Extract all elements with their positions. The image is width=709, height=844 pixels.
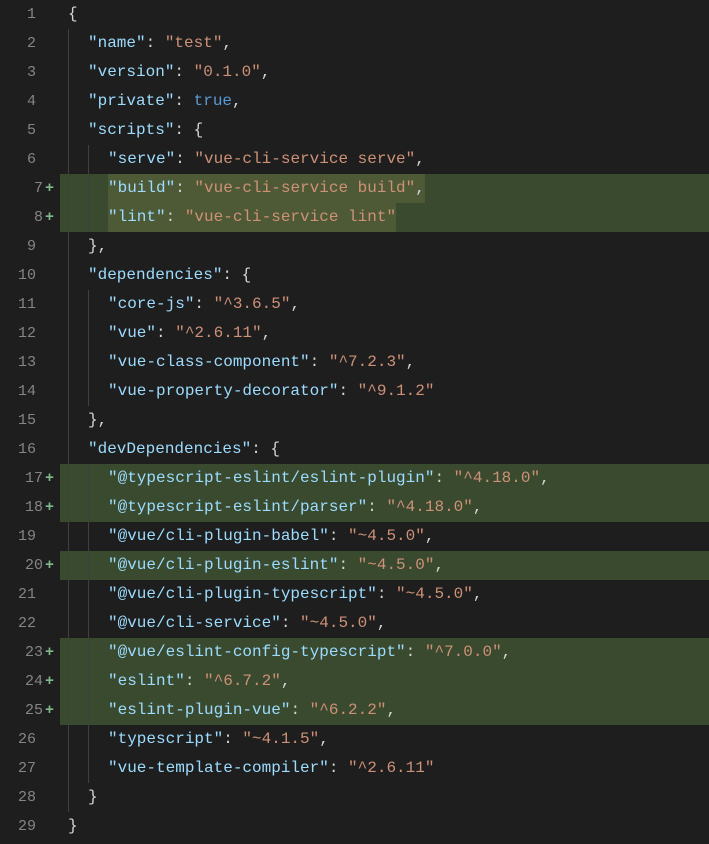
line-number-gutter: 28 [0,783,60,812]
diff-added-icon: + [45,493,54,522]
code-line[interactable]: 22 "@vue/cli-service": "~4.5.0", [0,609,709,638]
diff-added-icon: + [45,667,54,696]
code-line[interactable]: 3 "version": "0.1.0", [0,58,709,87]
code-content[interactable]: "typescript": "~4.1.5", [60,725,709,754]
line-number-gutter: 14 [0,377,60,406]
line-number-gutter: 3 [0,58,60,87]
code-content[interactable]: "vue-property-decorator": "^9.1.2" [60,377,709,406]
line-number-gutter: 21 [0,580,60,609]
code-content[interactable]: "vue-class-component": "^7.2.3", [60,348,709,377]
code-line[interactable]: 27 "vue-template-compiler": "^2.6.11" [0,754,709,783]
code-line[interactable]: 19 "@vue/cli-plugin-babel": "~4.5.0", [0,522,709,551]
line-number-gutter: 12 [0,319,60,348]
diff-added-icon: + [45,638,54,667]
code-line[interactable]: 6 "serve": "vue-cli-service serve", [0,145,709,174]
code-line[interactable]: 16 "devDependencies": { [0,435,709,464]
line-number-gutter: 2 [0,29,60,58]
line-number-gutter: 7+ [0,174,60,203]
code-line[interactable]: 29 } [0,812,709,841]
code-line[interactable]: 7+"build": "vue-cli-service build", [0,174,709,203]
code-content[interactable]: "@typescript-eslint/eslint-plugin": "^4.… [60,464,709,493]
code-line[interactable]: 17+"@typescript-eslint/eslint-plugin": "… [0,464,709,493]
line-number-gutter: 6 [0,145,60,174]
diff-added-icon: + [45,551,54,580]
code-content[interactable]: "vue-template-compiler": "^2.6.11" [60,754,709,783]
code-content[interactable]: "lint": "vue-cli-service lint" [60,203,709,232]
code-content[interactable]: "@vue/cli-service": "~4.5.0", [60,609,709,638]
code-content[interactable]: "@vue/cli-plugin-babel": "~4.5.0", [60,522,709,551]
code-content[interactable]: } [60,812,709,841]
code-line[interactable]: 12 "vue": "^2.6.11", [0,319,709,348]
code-content[interactable]: "dependencies": { [60,261,709,290]
code-line[interactable]: 15 }, [0,406,709,435]
code-line[interactable]: 23+"@vue/eslint-config-typescript": "^7.… [0,638,709,667]
line-number-gutter: 8+ [0,203,60,232]
code-content[interactable]: "devDependencies": { [60,435,709,464]
line-number-gutter: 29 [0,812,60,841]
diff-added-icon: + [45,696,54,725]
code-content[interactable]: } [60,783,709,812]
code-line[interactable]: 5 "scripts": { [0,116,709,145]
code-editor[interactable]: 1 {2 "name": "test",3 "version": "0.1.0"… [0,0,709,841]
line-number-gutter: 16 [0,435,60,464]
code-content[interactable]: "version": "0.1.0", [60,58,709,87]
line-number-gutter: 17+ [0,464,60,493]
code-line[interactable]: 2 "name": "test", [0,29,709,58]
diff-added-icon: + [45,203,54,232]
line-number-gutter: 19 [0,522,60,551]
code-line[interactable]: 25+"eslint-plugin-vue": "^6.2.2", [0,696,709,725]
line-number-gutter: 1 [0,0,60,29]
line-number-gutter: 4 [0,87,60,116]
line-number-gutter: 10 [0,261,60,290]
diff-added-icon: + [45,464,54,493]
line-number-gutter: 24+ [0,667,60,696]
line-number-gutter: 23+ [0,638,60,667]
code-content[interactable]: }, [60,232,709,261]
code-line[interactable]: 26 "typescript": "~4.1.5", [0,725,709,754]
line-number-gutter: 27 [0,754,60,783]
code-content[interactable]: "vue": "^2.6.11", [60,319,709,348]
code-line[interactable]: 13 "vue-class-component": "^7.2.3", [0,348,709,377]
code-content[interactable]: "build": "vue-cli-service build", [60,174,709,203]
code-content[interactable]: "@vue/cli-plugin-eslint": "~4.5.0", [60,551,709,580]
diff-added-icon: + [45,174,54,203]
code-content[interactable]: "@vue/cli-plugin-typescript": "~4.5.0", [60,580,709,609]
code-line[interactable]: 4 "private": true, [0,87,709,116]
line-number-gutter: 9 [0,232,60,261]
code-line[interactable]: 9 }, [0,232,709,261]
code-content[interactable]: "core-js": "^3.6.5", [60,290,709,319]
code-content[interactable]: }, [60,406,709,435]
line-number-gutter: 5 [0,116,60,145]
code-content[interactable]: "@typescript-eslint/parser": "^4.18.0", [60,493,709,522]
code-line[interactable]: 21 "@vue/cli-plugin-typescript": "~4.5.0… [0,580,709,609]
line-number-gutter: 22 [0,609,60,638]
line-number-gutter: 26 [0,725,60,754]
code-content[interactable]: "private": true, [60,87,709,116]
code-content[interactable]: "eslint-plugin-vue": "^6.2.2", [60,696,709,725]
code-line[interactable]: 11 "core-js": "^3.6.5", [0,290,709,319]
line-number-gutter: 13 [0,348,60,377]
code-line[interactable]: 10 "dependencies": { [0,261,709,290]
code-line[interactable]: 8+"lint": "vue-cli-service lint" [0,203,709,232]
code-line[interactable]: 18+"@typescript-eslint/parser": "^4.18.0… [0,493,709,522]
code-line[interactable]: 20+"@vue/cli-plugin-eslint": "~4.5.0", [0,551,709,580]
code-content[interactable]: "scripts": { [60,116,709,145]
line-number-gutter: 11 [0,290,60,319]
line-number-gutter: 25+ [0,696,60,725]
line-number-gutter: 18+ [0,493,60,522]
code-content[interactable]: "serve": "vue-cli-service serve", [60,145,709,174]
code-line[interactable]: 1 { [0,0,709,29]
code-line[interactable]: 14 "vue-property-decorator": "^9.1.2" [0,377,709,406]
code-line[interactable]: 24+"eslint": "^6.7.2", [0,667,709,696]
code-content[interactable]: "eslint": "^6.7.2", [60,667,709,696]
line-number-gutter: 15 [0,406,60,435]
code-content[interactable]: "@vue/eslint-config-typescript": "^7.0.0… [60,638,709,667]
code-content[interactable]: "name": "test", [60,29,709,58]
code-content[interactable]: { [60,0,709,29]
line-number-gutter: 20+ [0,551,60,580]
code-line[interactable]: 28 } [0,783,709,812]
